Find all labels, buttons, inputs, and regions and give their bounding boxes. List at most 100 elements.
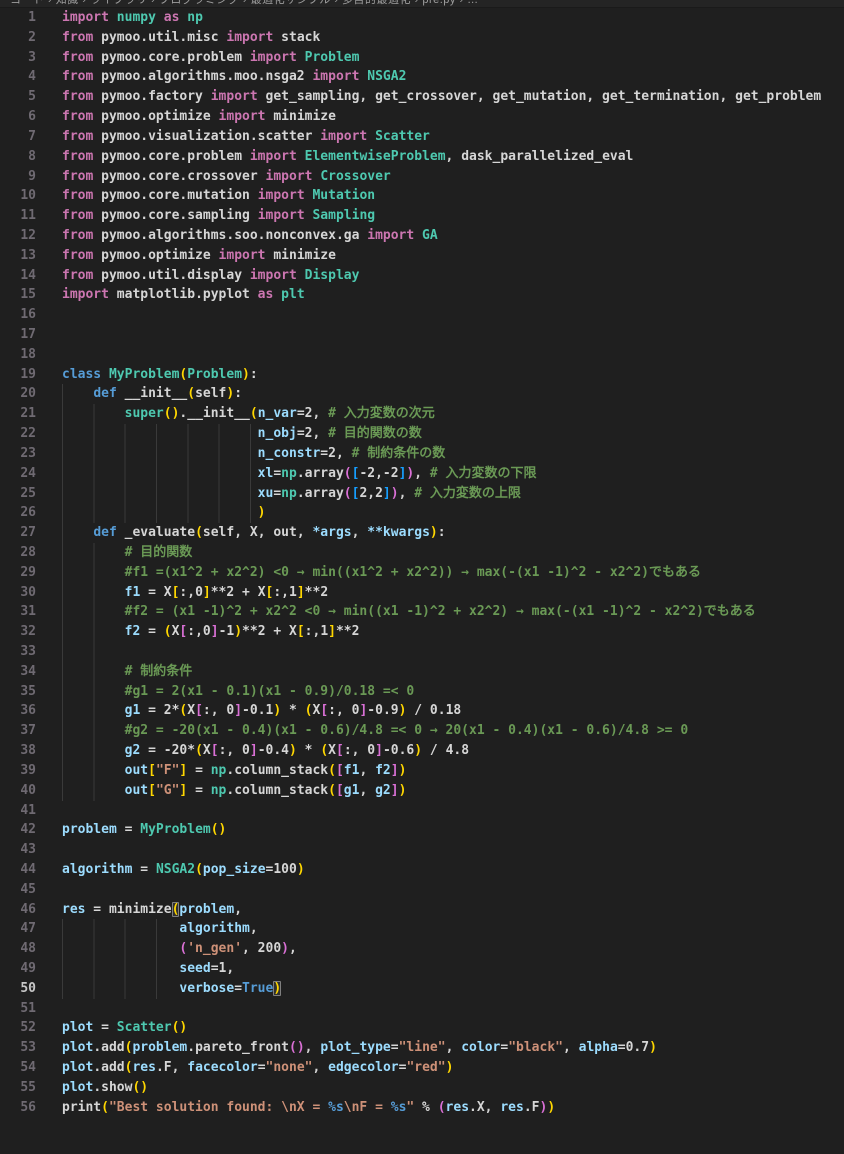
line-number[interactable]: 28 (0, 543, 36, 563)
code-line-30[interactable]: 30 f1 = X[:,0]**2 + X[:,1]**2 (0, 583, 844, 603)
breadcrumb[interactable]: コード › 知識 › ライブラリ › プログラミング › 最適化サンプル › 多… (0, 0, 844, 8)
code-line-23[interactable]: 23 n_constr=2, # 制約条件の数 (0, 444, 844, 464)
line-number[interactable]: 25 (0, 484, 36, 504)
code-line-5[interactable]: 5from pymoo.factory import get_sampling,… (0, 87, 844, 107)
code-area[interactable]: 1import numpy as np2from pymoo.util.misc… (0, 8, 844, 1118)
code-line-44[interactable]: 44algorithm = NSGA2(pop_size=100) (0, 860, 844, 880)
line-number[interactable]: 48 (0, 939, 36, 959)
code-line-25[interactable]: 25 xu=np.array([2,2]), # 入力変数の上限 (0, 484, 844, 504)
line-number[interactable]: 50 (0, 979, 36, 999)
line-number[interactable]: 46 (0, 900, 36, 920)
code-line-17[interactable]: 17 (0, 325, 844, 345)
line-number[interactable]: 49 (0, 959, 36, 979)
code-line-50[interactable]: 50 verbose=True) (0, 979, 844, 999)
line-number[interactable]: 3 (0, 48, 36, 68)
line-number[interactable]: 11 (0, 206, 36, 226)
code-line-37[interactable]: 37 #g2 = -20(x1 - 0.4)(x1 - 0.6)/4.8 =< … (0, 721, 844, 741)
code-line-4[interactable]: 4from pymoo.algorithms.moo.nsga2 import … (0, 67, 844, 87)
code-line-29[interactable]: 29 #f1 =(x1^2 + x2^2) <0 → min((x1^2 + x… (0, 563, 844, 583)
code-line-15[interactable]: 15import matplotlib.pyplot as plt (0, 285, 844, 305)
code-line-53[interactable]: 53plot.add(problem.pareto_front(), plot_… (0, 1038, 844, 1058)
line-number[interactable]: 9 (0, 167, 36, 187)
line-number[interactable]: 45 (0, 880, 36, 900)
line-number[interactable]: 52 (0, 1018, 36, 1038)
code-line-35[interactable]: 35 #g1 = 2(x1 - 0.1)(x1 - 0.9)/0.18 =< 0 (0, 682, 844, 702)
line-number[interactable]: 19 (0, 365, 36, 385)
line-number[interactable]: 4 (0, 67, 36, 87)
line-number[interactable]: 56 (0, 1098, 36, 1118)
code-line-8[interactable]: 8from pymoo.core.problem import Elementw… (0, 147, 844, 167)
line-number[interactable]: 26 (0, 503, 36, 523)
code-line-18[interactable]: 18 (0, 345, 844, 365)
code-line-48[interactable]: 48 ('n_gen', 200), (0, 939, 844, 959)
line-number[interactable]: 51 (0, 999, 36, 1019)
code-line-3[interactable]: 3from pymoo.core.problem import Problem (0, 48, 844, 68)
code-line-14[interactable]: 14from pymoo.util.display import Display (0, 266, 844, 286)
code-line-56[interactable]: 56print("Best solution found: \nX = %s\n… (0, 1098, 844, 1118)
code-line-43[interactable]: 43 (0, 840, 844, 860)
code-line-28[interactable]: 28 # 目的関数 (0, 543, 844, 563)
line-number[interactable]: 17 (0, 325, 36, 345)
code-line-20[interactable]: 20 def __init__(self): (0, 384, 844, 404)
line-number[interactable]: 2 (0, 28, 36, 48)
code-line-54[interactable]: 54plot.add(res.F, facecolor="none", edge… (0, 1058, 844, 1078)
line-number[interactable]: 33 (0, 642, 36, 662)
line-number[interactable]: 55 (0, 1078, 36, 1098)
line-number[interactable]: 43 (0, 840, 36, 860)
line-number[interactable]: 10 (0, 186, 36, 206)
line-number[interactable]: 32 (0, 622, 36, 642)
line-number[interactable]: 41 (0, 801, 36, 821)
line-number[interactable]: 47 (0, 919, 36, 939)
code-line-19[interactable]: 19class MyProblem(Problem): (0, 365, 844, 385)
code-line-34[interactable]: 34 # 制約条件 (0, 662, 844, 682)
code-line-40[interactable]: 40 out["G"] = np.column_stack([g1, g2]) (0, 781, 844, 801)
line-number[interactable]: 31 (0, 602, 36, 622)
code-line-22[interactable]: 22 n_obj=2, # 目的関数の数 (0, 424, 844, 444)
code-line-6[interactable]: 6from pymoo.optimize import minimize (0, 107, 844, 127)
code-line-41[interactable]: 41 (0, 801, 844, 821)
code-line-26[interactable]: 26 ) (0, 503, 844, 523)
line-number[interactable]: 34 (0, 662, 36, 682)
line-number[interactable]: 29 (0, 563, 36, 583)
line-number[interactable]: 18 (0, 345, 36, 365)
code-line-49[interactable]: 49 seed=1, (0, 959, 844, 979)
line-number[interactable]: 20 (0, 384, 36, 404)
line-number[interactable]: 13 (0, 246, 36, 266)
line-number[interactable]: 5 (0, 87, 36, 107)
code-line-39[interactable]: 39 out["F"] = np.column_stack([f1, f2]) (0, 761, 844, 781)
line-number[interactable]: 27 (0, 523, 36, 543)
line-number[interactable]: 39 (0, 761, 36, 781)
code-line-36[interactable]: 36 g1 = 2*(X[:, 0]-0.1) * (X[:, 0]-0.9) … (0, 701, 844, 721)
line-number[interactable]: 35 (0, 682, 36, 702)
line-number[interactable]: 16 (0, 305, 36, 325)
code-line-24[interactable]: 24 xl=np.array([-2,-2]), # 入力変数の下限 (0, 464, 844, 484)
code-line-2[interactable]: 2from pymoo.util.misc import stack (0, 28, 844, 48)
line-number[interactable]: 40 (0, 781, 36, 801)
code-line-52[interactable]: 52plot = Scatter() (0, 1018, 844, 1038)
line-number[interactable]: 36 (0, 701, 36, 721)
code-line-45[interactable]: 45 (0, 880, 844, 900)
code-line-10[interactable]: 10from pymoo.core.mutation import Mutati… (0, 186, 844, 206)
code-line-1[interactable]: 1import numpy as np (0, 8, 844, 28)
code-line-46[interactable]: 46res = minimize(problem, (0, 900, 844, 920)
line-number[interactable]: 12 (0, 226, 36, 246)
line-number[interactable]: 22 (0, 424, 36, 444)
code-line-7[interactable]: 7from pymoo.visualization.scatter import… (0, 127, 844, 147)
code-line-47[interactable]: 47 algorithm, (0, 919, 844, 939)
code-line-9[interactable]: 9from pymoo.core.crossover import Crosso… (0, 167, 844, 187)
line-number[interactable]: 37 (0, 721, 36, 741)
line-number[interactable]: 42 (0, 820, 36, 840)
line-number[interactable]: 7 (0, 127, 36, 147)
line-number[interactable]: 30 (0, 583, 36, 603)
line-number[interactable]: 53 (0, 1038, 36, 1058)
code-line-11[interactable]: 11from pymoo.core.sampling import Sampli… (0, 206, 844, 226)
line-number[interactable]: 15 (0, 285, 36, 305)
line-number[interactable]: 24 (0, 464, 36, 484)
code-line-32[interactable]: 32 f2 = (X[:,0]-1)**2 + X[:,1]**2 (0, 622, 844, 642)
code-line-12[interactable]: 12from pymoo.algorithms.soo.nonconvex.ga… (0, 226, 844, 246)
code-line-16[interactable]: 16 (0, 305, 844, 325)
line-number[interactable]: 6 (0, 107, 36, 127)
code-line-51[interactable]: 51 (0, 999, 844, 1019)
line-number[interactable]: 54 (0, 1058, 36, 1078)
code-line-38[interactable]: 38 g2 = -20*(X[:, 0]-0.4) * (X[:, 0]-0.6… (0, 741, 844, 761)
